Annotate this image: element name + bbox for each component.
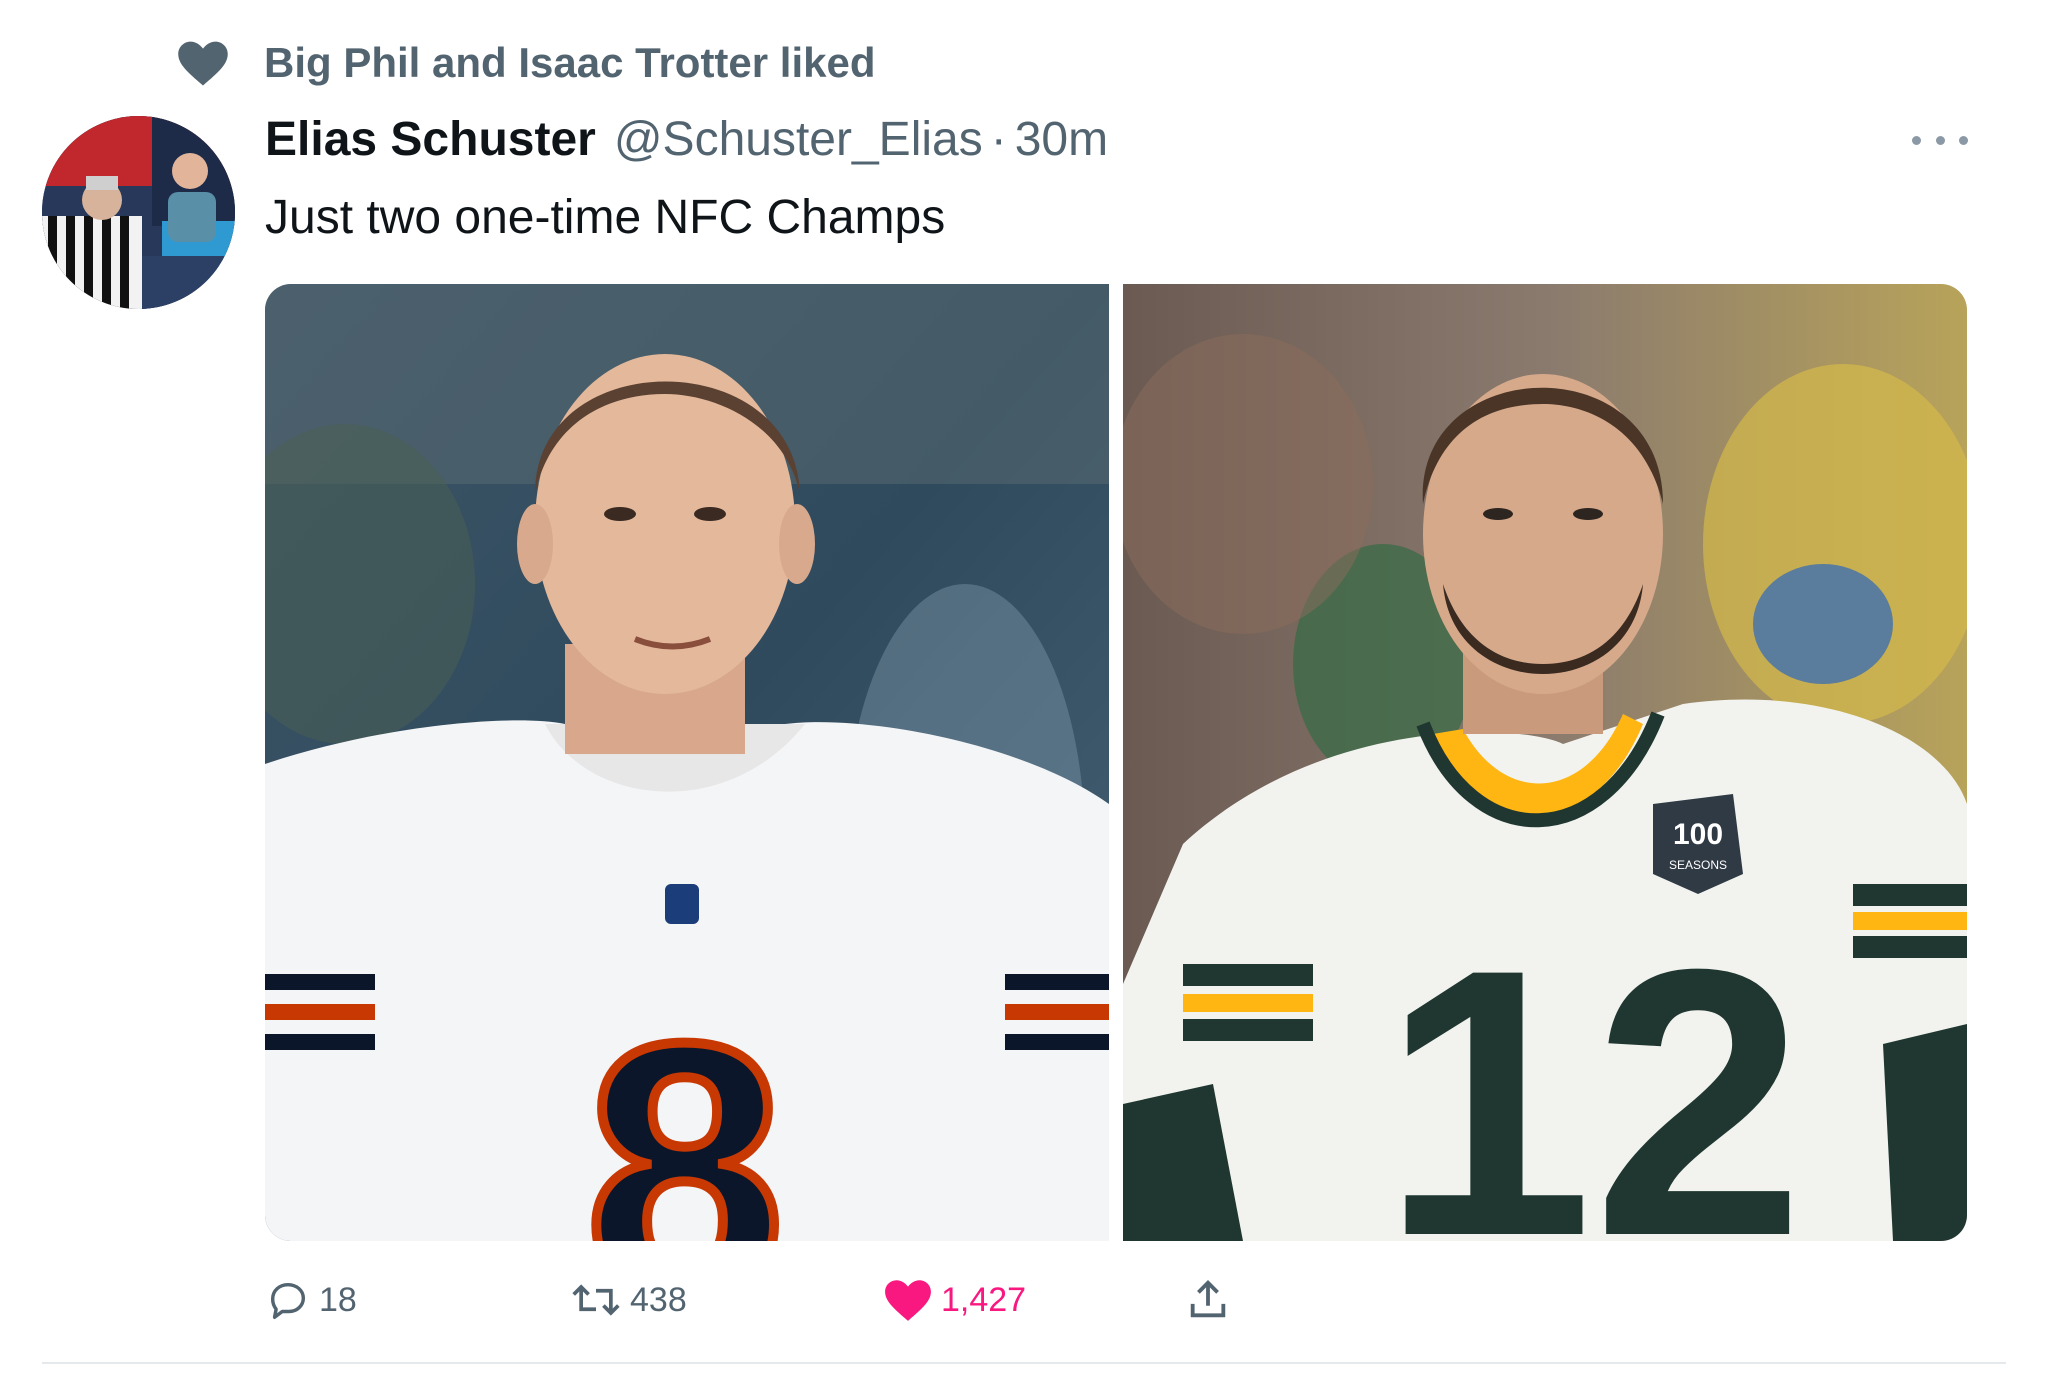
more-options-icon[interactable] [1912, 120, 1968, 160]
share-icon [1190, 1280, 1226, 1318]
heart-icon [176, 38, 230, 88]
author-handle[interactable]: @Schuster_Elias [614, 112, 983, 167]
divider [42, 1362, 2006, 1364]
social-context-text[interactable]: Big Phil and Isaac Trotter liked [264, 38, 876, 88]
separator-dot: · [990, 113, 1007, 166]
patch-text: 100 [1673, 818, 1723, 851]
social-context: Big Phil and Isaac Trotter liked [176, 38, 876, 88]
like-button[interactable]: 1,427 [883, 1270, 1026, 1330]
retweet-count: 438 [630, 1280, 687, 1319]
author-name[interactable]: Elias Schuster [265, 112, 596, 167]
like-count: 1,427 [941, 1280, 1027, 1319]
retweet-icon [572, 1284, 620, 1316]
tweet-actions: 18 438 1,427 [265, 1270, 1965, 1330]
media-photo-right[interactable]: 100 SEASONS 12 [1123, 284, 1967, 1241]
tweet-media[interactable]: 8 100 SEASONS 12 [265, 284, 1967, 1241]
retweet-button[interactable]: 438 [570, 1270, 687, 1330]
jersey-number-right: 12 [1382, 890, 1805, 1241]
media-photo-left[interactable]: 8 [265, 284, 1109, 1241]
heart-filled-icon [885, 1280, 931, 1321]
tweet-header: Elias Schuster @Schuster_Elias · 30m [265, 112, 1108, 170]
timestamp[interactable]: 30m [1015, 112, 1108, 167]
patch-subtext: SEASONS [1669, 858, 1727, 872]
tweet-text: Just two one-time NFC Champs [265, 191, 946, 244]
jersey-number-left: 8 [585, 969, 785, 1241]
reply-button[interactable]: 18 [265, 1270, 357, 1330]
avatar[interactable] [42, 116, 235, 309]
reply-icon [270, 1282, 306, 1319]
share-button[interactable] [1185, 1270, 1231, 1330]
reply-count: 18 [319, 1280, 357, 1319]
